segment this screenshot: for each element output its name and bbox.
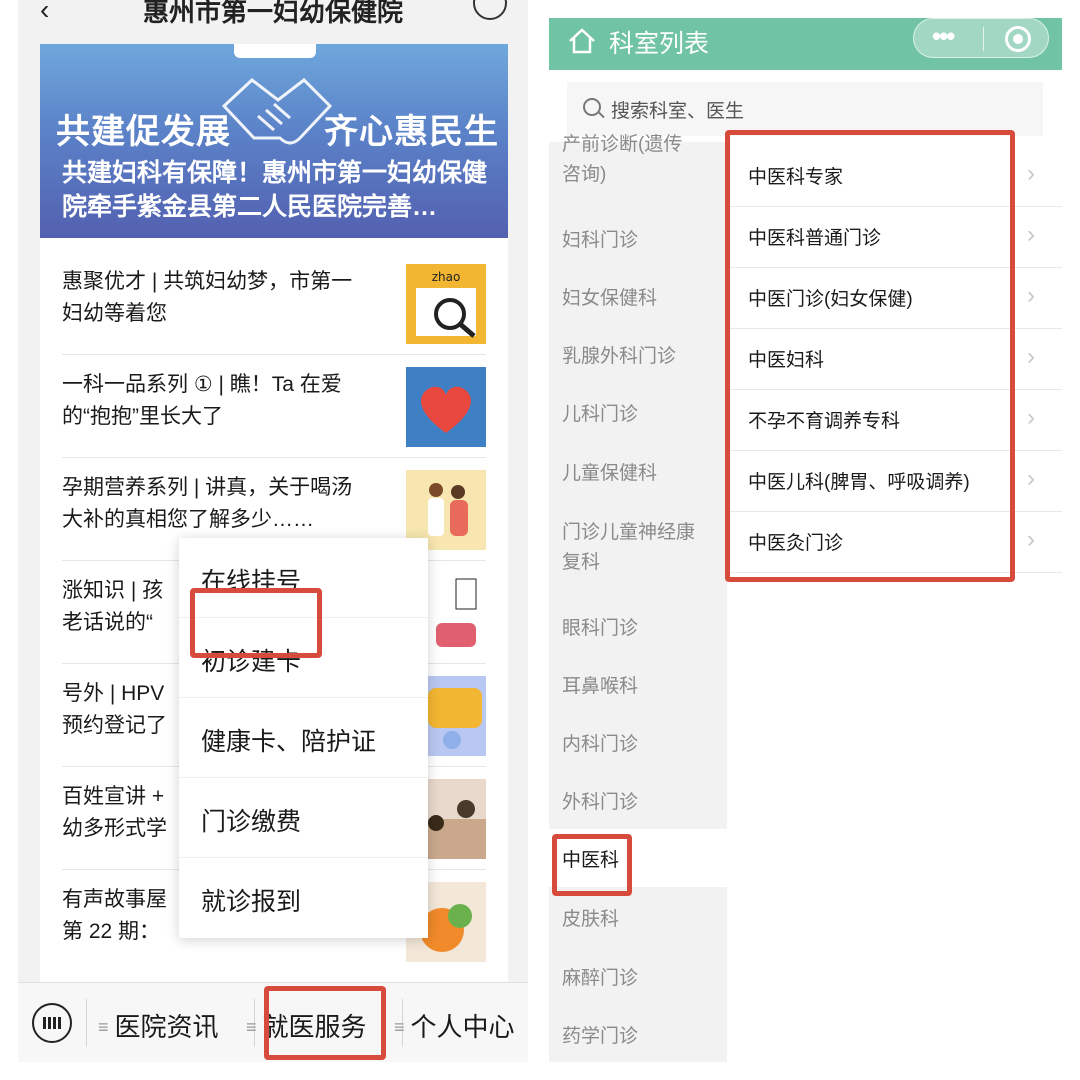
menu-item-outpatient-payment[interactable]: 门诊缴费	[179, 778, 428, 858]
keyboard-icon[interactable]	[32, 1003, 72, 1043]
banner-headline: 共建妇科有保障！惠州市第一妇幼保健院牵手紫金县第二人民医院完善…	[62, 159, 488, 221]
sub-department-label: 不孕不育调养专科	[748, 411, 901, 432]
recruit-thumbnail: zhao	[406, 264, 486, 344]
news-item[interactable]: 惠聚优才 | 共筑妇幼梦，市第一 妇幼等着您 zhao	[62, 252, 486, 355]
chevron-right-icon: ›	[1027, 404, 1035, 431]
sub-department-label: 中医科专家	[748, 167, 844, 188]
chevron-right-icon: ›	[1027, 221, 1035, 248]
department-item[interactable]: 耳鼻喉科	[562, 672, 712, 702]
right-screen: 科室列表 ••• 搜索科室、医生 产前诊断(遗传 咨询) 妇科门诊 妇女保健科 …	[549, 18, 1062, 1062]
left-page-title: 惠州市第一妇幼保健院	[142, 0, 403, 27]
menu-item-health-card[interactable]: 健康卡、陪护证	[179, 698, 428, 778]
department-item[interactable]: 儿科门诊	[562, 400, 712, 430]
menu-item-check-in[interactable]: 就诊报到	[179, 858, 428, 938]
menu-item-label: 门诊缴费	[201, 808, 302, 836]
chevron-right-icon: ›	[1027, 282, 1035, 309]
tab-label: 医院资讯	[114, 1012, 219, 1042]
capsule-divider	[983, 27, 984, 51]
search-icon	[583, 98, 601, 116]
menu-item-first-visit-card[interactable]: 初诊建卡	[179, 618, 428, 698]
department-item[interactable]: 门诊儿童神经康 复科	[562, 518, 712, 578]
department-item[interactable]: 内科门诊	[562, 730, 712, 760]
menu-lines-icon: ≡	[394, 1017, 405, 1037]
tab-divider	[86, 999, 87, 1047]
department-sidebar: 产前诊断(遗传 咨询) 妇科门诊 妇女保健科 乳腺外科门诊 儿科门诊 儿童保健科…	[549, 134, 727, 1062]
menu-lines-icon: ≡	[98, 1017, 109, 1037]
search-input[interactable]: 搜索科室、医生	[567, 82, 1043, 136]
chevron-right-icon: ›	[1027, 465, 1035, 492]
sub-department-row[interactable]: 中医儿科(脾胃、呼吸调养) ›	[727, 451, 1062, 512]
department-item[interactable]: 妇女保健科	[562, 284, 712, 314]
tab-personal-center[interactable]: ≡ 个人中心	[394, 1007, 515, 1044]
bottom-tab-bar: ≡ 医院资讯 ≡ 就医服务 ≡ 个人中心	[18, 982, 528, 1062]
sub-department-row[interactable]: 中医妇科 ›	[727, 329, 1062, 390]
home-icon[interactable]	[567, 26, 597, 56]
sub-department-row[interactable]: 中医科专家 ›	[727, 146, 1062, 207]
tab-label: 个人中心	[410, 1012, 515, 1042]
thumb-label: zhao	[432, 270, 461, 284]
chevron-right-icon: ›	[1027, 343, 1035, 370]
menu-item-label: 就诊报到	[201, 888, 302, 916]
handshake-icon	[221, 78, 333, 145]
left-screen: ‹ 惠州市第一妇幼保健院 共建促发展 齐心惠民生 共建妇科有保障！惠州市第一妇幼…	[18, 0, 528, 1062]
sub-department-label: 中医灸门诊	[748, 533, 844, 554]
dept-list-header: 科室列表 •••	[549, 18, 1062, 70]
sub-department-row[interactable]: 中医灸门诊 ›	[727, 512, 1062, 573]
department-item[interactable]: 儿童保健科	[562, 459, 712, 489]
menu-item-label: 初诊建卡	[201, 648, 302, 676]
menu-item-online-registration[interactable]: 在线挂号	[179, 538, 428, 618]
tab-medical-service[interactable]: ≡ 就医服务	[246, 1007, 367, 1044]
sub-department-label: 中医儿科(脾胃、呼吸调养)	[748, 472, 970, 493]
tab-label: 就医服务	[262, 1012, 367, 1042]
news-title: 孕期营养系列 | 讲真，关于喝汤 大补的真相您了解多少……	[62, 476, 353, 531]
heart-thumbnail	[406, 367, 486, 447]
search-placeholder: 搜索科室、医生	[611, 101, 745, 122]
department-item[interactable]: 麻醉门诊	[562, 964, 712, 994]
sub-department-row[interactable]: 中医门诊(妇女保健) ›	[727, 268, 1062, 329]
close-target-icon[interactable]	[1005, 26, 1031, 52]
news-title: 一科一品系列 ① | 瞧！Ta 在爱 的“抱抱”里长大了	[62, 373, 342, 428]
menu-item-label: 在线挂号	[201, 568, 302, 596]
sub-department-row[interactable]: 不孕不育调养专科 ›	[727, 390, 1062, 451]
hospital-logo	[234, 44, 316, 58]
banner-slogan-right: 齐心惠民生	[324, 113, 499, 151]
chevron-right-icon: ›	[1027, 160, 1035, 187]
department-item[interactable]: 眼科门诊	[562, 614, 712, 644]
sub-department-row[interactable]: 中医科普通门诊 ›	[727, 207, 1062, 268]
banner[interactable]: 共建促发展 齐心惠民生 共建妇科有保障！惠州市第一妇幼保健院牵手紫金县第二人民医…	[40, 44, 508, 238]
chevron-right-icon: ›	[1027, 526, 1035, 553]
menu-lines-icon: ≡	[246, 1017, 257, 1037]
banner-slogan-left: 共建促发展	[56, 113, 231, 151]
department-item[interactable]: 外科门诊	[562, 788, 712, 818]
department-item[interactable]: 乳腺外科门诊	[562, 342, 712, 372]
department-item[interactable]: 皮肤科	[562, 905, 712, 935]
sub-department-label: 中医妇科	[748, 350, 825, 371]
news-title: 惠聚优才 | 共筑妇幼梦，市第一 妇幼等着您	[62, 270, 353, 325]
department-item[interactable]: 妇科门诊	[562, 226, 712, 256]
more-icon[interactable]: •••	[932, 21, 955, 52]
department-item[interactable]: 药学门诊	[562, 1022, 712, 1052]
department-item[interactable]: 产前诊断(遗传 咨询)	[562, 130, 712, 190]
service-popup-menu: 在线挂号 初诊建卡 健康卡、陪护证 门诊缴费 就诊报到	[179, 538, 428, 938]
sub-department-label: 中医科普通门诊	[748, 228, 882, 249]
news-item[interactable]: 一科一品系列 ① | 瞧！Ta 在爱 的“抱抱”里长大了	[62, 355, 486, 458]
tab-hospital-news[interactable]: ≡ 医院资讯	[98, 1007, 219, 1044]
left-top-bar: ‹ 惠州市第一妇幼保健院	[18, 0, 528, 44]
sub-department-label: 中医门诊(妇女保健)	[748, 289, 913, 310]
page-title: 科室列表	[609, 30, 710, 58]
department-item-selected[interactable]: 中医科	[562, 846, 712, 876]
miniprogram-capsule: •••	[913, 18, 1049, 58]
menu-item-label: 健康卡、陪护证	[201, 728, 377, 756]
